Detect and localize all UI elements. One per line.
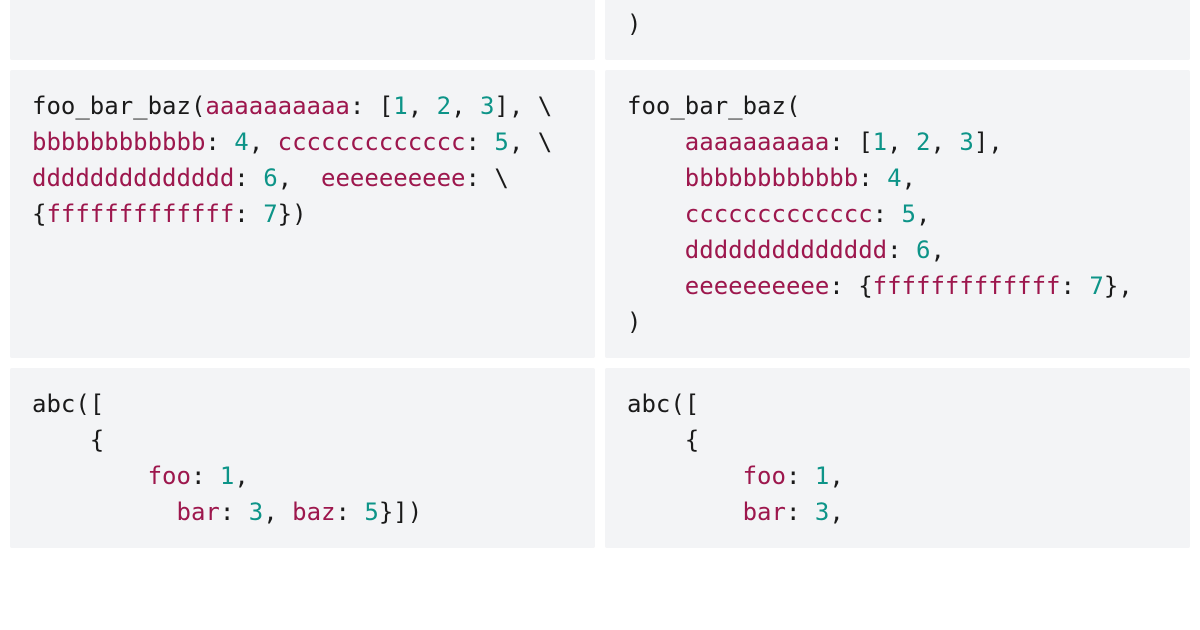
- code-panel-right-2: abc([ { foo: 1, bar: 3,: [605, 368, 1190, 548]
- code-block: foo_bar_baz( aaaaaaaaaa: [1, 2, 3], bbbb…: [627, 88, 1168, 340]
- code-comparison-grid: e: 7, ) c: 5, d: 6, e: {f: 7}, ) foo_bar_…: [0, 0, 1200, 548]
- code-block: abc([ { foo: 1, bar: 3, baz: 5}]): [32, 386, 573, 530]
- code-block: abc([ { foo: 1, bar: 3,: [627, 386, 1168, 530]
- code-panel-left-1: foo_bar_baz(aaaaaaaaaa: [1, 2, 3], \ bbb…: [10, 70, 595, 358]
- code-block: foo_bar_baz(aaaaaaaaaa: [1, 2, 3], \ bbb…: [32, 88, 573, 232]
- code-panel-right-1: foo_bar_baz( aaaaaaaaaa: [1, 2, 3], bbbb…: [605, 70, 1190, 358]
- code-panel-left-2: abc([ { foo: 1, bar: 3, baz: 5}]): [10, 368, 595, 548]
- code-block: c: 5, d: 6, e: {f: 7}, ): [627, 0, 1168, 42]
- code-panel-left-0: e: 7, ): [10, 0, 595, 60]
- code-panel-right-0: c: 5, d: 6, e: {f: 7}, ): [605, 0, 1190, 60]
